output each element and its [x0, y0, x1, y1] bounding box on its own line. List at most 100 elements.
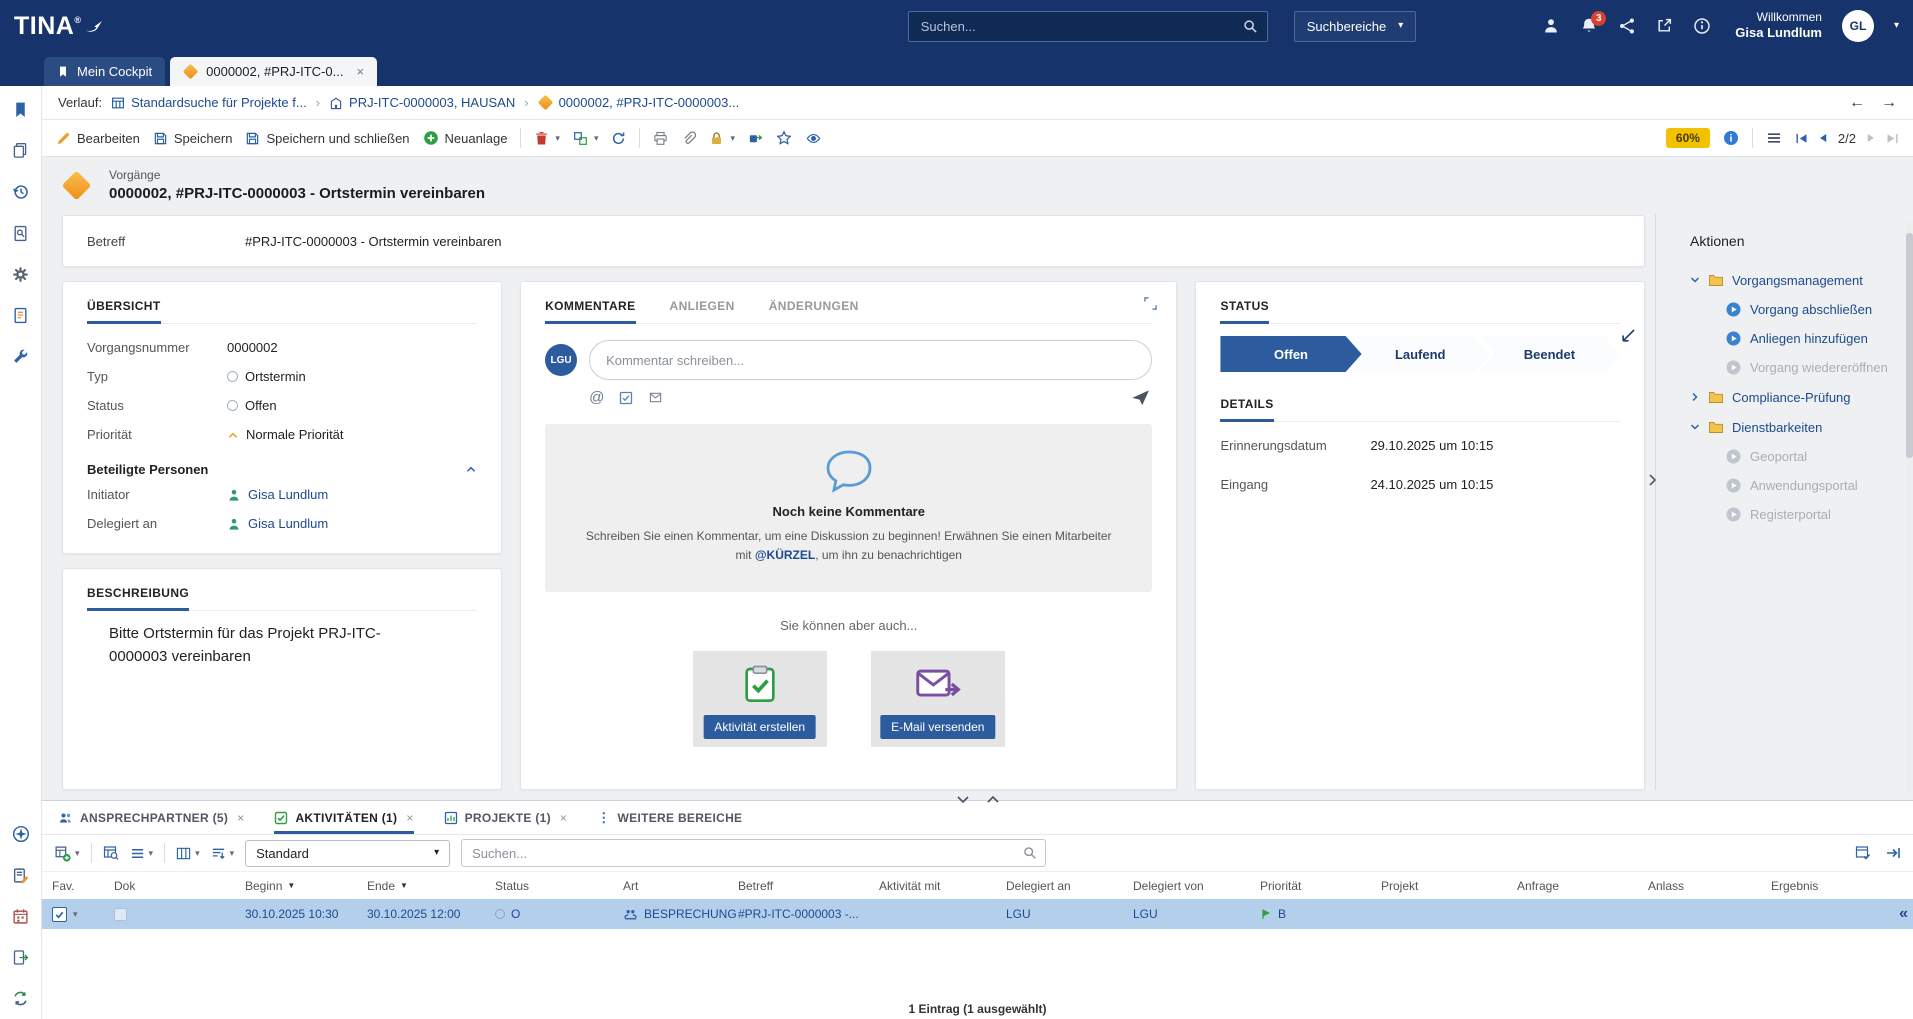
print-button[interactable] — [653, 131, 668, 146]
tina-logo[interactable]: TINA® — [14, 12, 104, 41]
watch-eye-button[interactable] — [805, 131, 822, 146]
calendar-icon[interactable] — [12, 908, 29, 925]
help-info-icon[interactable] — [1693, 17, 1711, 35]
copy-pages-icon[interactable] — [12, 142, 29, 159]
column-header-art[interactable]: Art — [623, 879, 738, 893]
column-header-status[interactable]: Status — [495, 879, 623, 893]
edit-button[interactable]: Bearbeiten — [56, 131, 140, 146]
duplicate-button[interactable]: ▾ — [573, 131, 599, 146]
tab-details[interactable]: DETAILS — [1220, 392, 1273, 422]
notifications-bell-icon[interactable]: 3 — [1580, 17, 1598, 35]
column-header-beginn[interactable]: Beginn▼ — [245, 879, 367, 893]
close-tab-icon[interactable]: × — [356, 64, 364, 79]
favorites-bookmark-icon[interactable] — [12, 101, 29, 118]
table-row[interactable]: ▾ 30.10.2025 10:30 30.10.2025 12:00 O BE… — [42, 899, 1913, 929]
column-header-fav[interactable]: Fav. — [52, 879, 114, 893]
next-record-icon[interactable] — [1865, 132, 1877, 144]
column-header-projekt[interactable]: Projekt — [1381, 879, 1517, 893]
breadcrumb-item-search[interactable]: Standardsuche für Projekte f... — [111, 95, 307, 110]
action-vorgang-abschliessen[interactable]: Vorgang abschließen — [1690, 295, 1901, 324]
betreff-cell[interactable]: #PRJ-ITC-0000003 -... — [738, 907, 879, 921]
tab-anliegen[interactable]: ANLIEGEN — [670, 294, 735, 324]
breadcrumb-item-vorgang[interactable]: 0000002, #PRJ-ITC-0000003... — [538, 95, 740, 110]
beginn-cell[interactable]: 30.10.2025 10:30 — [245, 907, 367, 921]
link-record-button[interactable] — [748, 131, 763, 146]
scrollbar-thumb[interactable] — [1906, 233, 1913, 458]
info-circle-icon[interactable] — [1723, 130, 1739, 146]
status-step-offen[interactable]: Offen — [1220, 336, 1361, 372]
share-icon[interactable] — [1618, 17, 1636, 35]
tab-aktivitaeten[interactable]: AKTIVITÄTEN (1) × — [274, 801, 413, 834]
tab-ansprechpartner[interactable]: ANSPRECHPARTNER (5) × — [58, 801, 244, 834]
grid-search-input[interactable] — [461, 839, 1046, 867]
collapse-down-chevron-icon[interactable] — [956, 795, 970, 804]
column-header-dok[interactable]: Dok — [114, 879, 245, 893]
history-back-icon[interactable]: ← — [1849, 94, 1865, 112]
initiator-link[interactable]: Gisa Lundlum — [248, 487, 328, 502]
refresh-button[interactable] — [611, 131, 626, 146]
search-scope-dropdown[interactable]: Suchbereiche ▾ — [1294, 11, 1417, 42]
column-header-anfrage[interactable]: Anfrage — [1517, 879, 1648, 893]
notes-icon[interactable] — [12, 867, 29, 884]
column-header-ende[interactable]: Ende▼ — [367, 879, 495, 893]
delete-button[interactable]: ▾ — [534, 131, 560, 146]
tab-record-0000002[interactable]: 0000002, #PRJ-ITC-0... × — [170, 57, 377, 86]
new-activity-button[interactable]: ▾ — [54, 845, 80, 862]
columns-button[interactable]: ▾ — [176, 846, 200, 861]
delegate-link[interactable]: Gisa Lundlum — [248, 516, 328, 531]
send-email-button[interactable]: E-Mail versenden — [880, 715, 995, 739]
save-close-button[interactable]: Speichern und schließen — [245, 131, 409, 146]
ende-cell[interactable]: 30.10.2025 12:00 — [367, 907, 495, 921]
action-group-dienstbarkeiten[interactable]: Dienstbarkeiten — [1690, 412, 1901, 442]
list-view-button[interactable]: ▾ — [130, 846, 154, 861]
column-header-ergebnis[interactable]: Ergebnis — [1771, 879, 1913, 893]
tab-beschreibung[interactable]: BESCHREIBUNG — [87, 581, 189, 611]
document-icon[interactable] — [12, 307, 29, 324]
sync-transfer-icon[interactable] — [12, 990, 29, 1007]
global-search-input[interactable] — [908, 11, 1268, 42]
collapse-panel-right-icon[interactable] — [1885, 845, 1901, 861]
status-step-laufend[interactable]: Laufend — [1350, 336, 1491, 372]
previous-record-icon[interactable] — [1817, 132, 1829, 144]
row-checkbox[interactable] — [52, 907, 67, 922]
breadcrumb-item-project[interactable]: PRJ-ITC-0000003, HAUSAN — [329, 95, 515, 110]
column-header-aktivitaet-mit[interactable]: Aktivität mit — [879, 879, 1006, 893]
action-group-compliance-pruefung[interactable]: Compliance-Prüfung — [1690, 382, 1901, 412]
column-header-prioritaet[interactable]: Priorität — [1260, 879, 1381, 893]
history-forward-icon[interactable]: → — [1881, 94, 1897, 112]
status-expand-icon[interactable] — [1621, 328, 1636, 343]
tools-wrench-icon[interactable] — [12, 348, 29, 365]
search-icon[interactable] — [1023, 846, 1037, 860]
mail-icon[interactable] — [648, 391, 663, 404]
column-header-delegiert-an[interactable]: Delegiert an — [1006, 879, 1133, 893]
favorite-star-button[interactable] — [776, 130, 792, 146]
geoportal-compass-icon[interactable] — [12, 825, 30, 843]
history-icon[interactable] — [12, 183, 30, 201]
comment-input[interactable] — [589, 340, 1152, 380]
tab-uebersicht[interactable]: ÜBERSICHT — [87, 294, 161, 324]
group-sort-button[interactable]: ▾ — [211, 846, 235, 861]
action-anliegen-hinzufuegen[interactable]: Anliegen hinzufügen — [1690, 324, 1901, 353]
close-tab-icon[interactable]: × — [560, 811, 567, 825]
progress-badge[interactable]: 60% — [1666, 128, 1710, 148]
column-header-betreff[interactable]: Betreff — [738, 879, 879, 893]
close-tab-icon[interactable]: × — [406, 811, 413, 825]
portal-user-icon[interactable] — [1542, 17, 1560, 35]
tab-kommentare[interactable]: KOMMENTARE — [545, 294, 635, 324]
action-group-vorgangsmanagement[interactable]: Vorgangsmanagement — [1690, 265, 1901, 295]
lock-button[interactable]: ▾ — [709, 131, 735, 146]
send-email-tile[interactable]: E-Mail versenden — [871, 651, 1005, 747]
settings-gear-icon[interactable] — [12, 266, 29, 283]
last-record-icon[interactable] — [1886, 132, 1899, 145]
external-link-icon[interactable] — [1656, 17, 1673, 34]
grid-search-button[interactable] — [103, 845, 119, 861]
search-icon[interactable] — [1243, 19, 1258, 34]
status-step-beendet[interactable]: Beendet — [1479, 336, 1620, 372]
expand-fullscreen-icon[interactable] — [1143, 296, 1158, 311]
table-check-button[interactable] — [1855, 845, 1871, 861]
task-checkbox-icon[interactable] — [619, 391, 633, 405]
vertical-scrollbar[interactable] — [1906, 219, 1913, 792]
new-record-button[interactable]: Neuanlage — [423, 130, 508, 146]
collapse-grid-panel-icon[interactable]: « — [1899, 905, 1908, 923]
document-export-icon[interactable] — [12, 949, 29, 966]
